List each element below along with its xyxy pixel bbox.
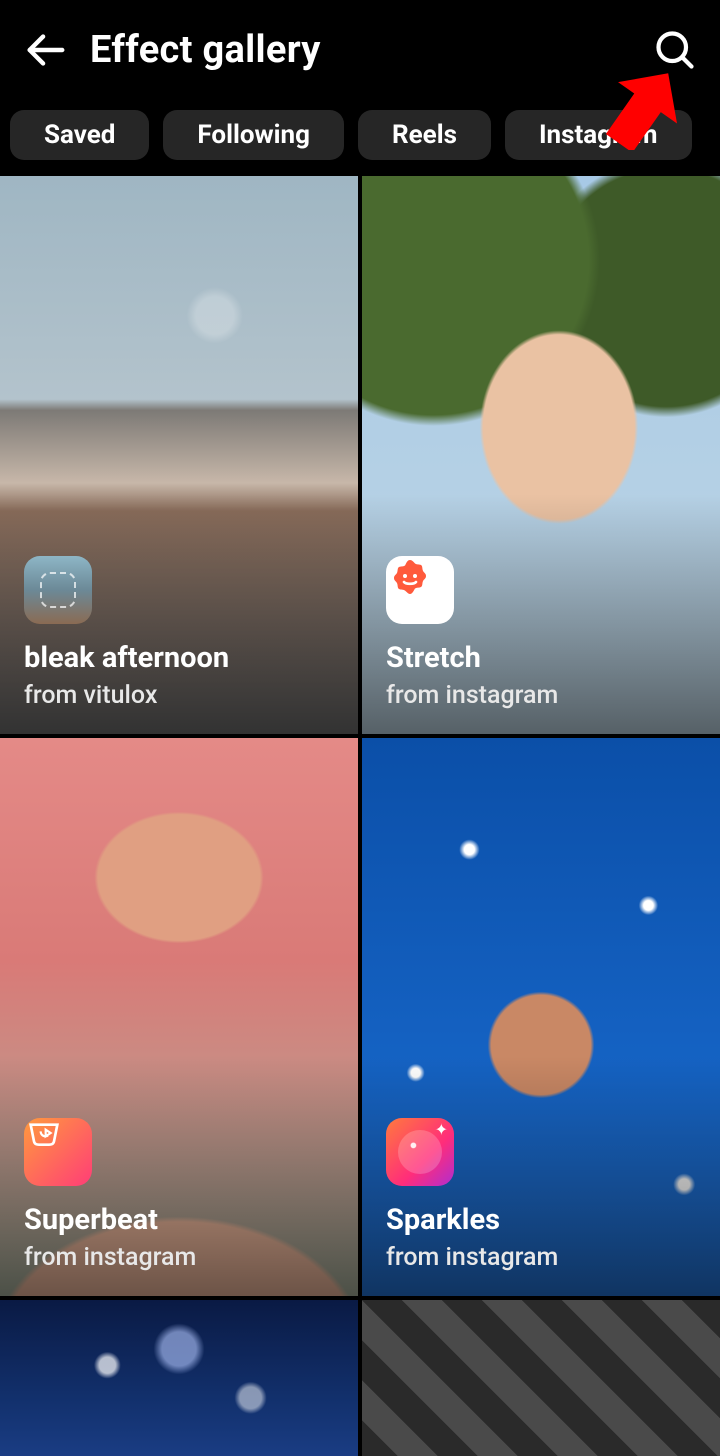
effect-tile[interactable] [362, 1300, 720, 1456]
effect-name: Stretch [386, 642, 696, 675]
effect-creator-icon [386, 556, 454, 624]
category-chips[interactable]: Saved Following Reels Instagram [0, 100, 720, 170]
effect-grid: bleak afternoon from vitulox Stretch fro… [0, 176, 720, 1456]
chip-reels[interactable]: Reels [358, 110, 491, 160]
effect-creator-icon [24, 1118, 92, 1186]
effect-author: from instagram [24, 1243, 334, 1272]
back-button[interactable] [0, 0, 90, 100]
effect-author: from instagram [386, 681, 696, 710]
chip-instagram[interactable]: Instagram [505, 110, 692, 160]
search-button[interactable] [630, 0, 720, 100]
effect-tile[interactable]: Stretch from instagram [362, 176, 720, 734]
chip-saved[interactable]: Saved [10, 110, 149, 160]
search-icon [653, 28, 697, 72]
effect-name: Superbeat [24, 1204, 334, 1237]
header: Effect gallery [0, 0, 720, 100]
effect-creator-icon [24, 556, 92, 624]
effect-creator-icon [386, 1118, 454, 1186]
effect-name: bleak afternoon [24, 642, 334, 675]
effect-author: from vitulox [24, 681, 334, 710]
effect-tile[interactable]: Sparkles from instagram [362, 738, 720, 1296]
effect-author: from instagram [386, 1243, 696, 1272]
page-title: Effect gallery [90, 28, 321, 72]
chip-following[interactable]: Following [163, 110, 344, 160]
effect-tile[interactable] [0, 1300, 358, 1456]
effect-tile[interactable]: bleak afternoon from vitulox [0, 176, 358, 734]
effect-tile[interactable]: Superbeat from instagram [0, 738, 358, 1296]
arrow-left-icon [22, 27, 68, 73]
effect-name: Sparkles [386, 1204, 696, 1237]
